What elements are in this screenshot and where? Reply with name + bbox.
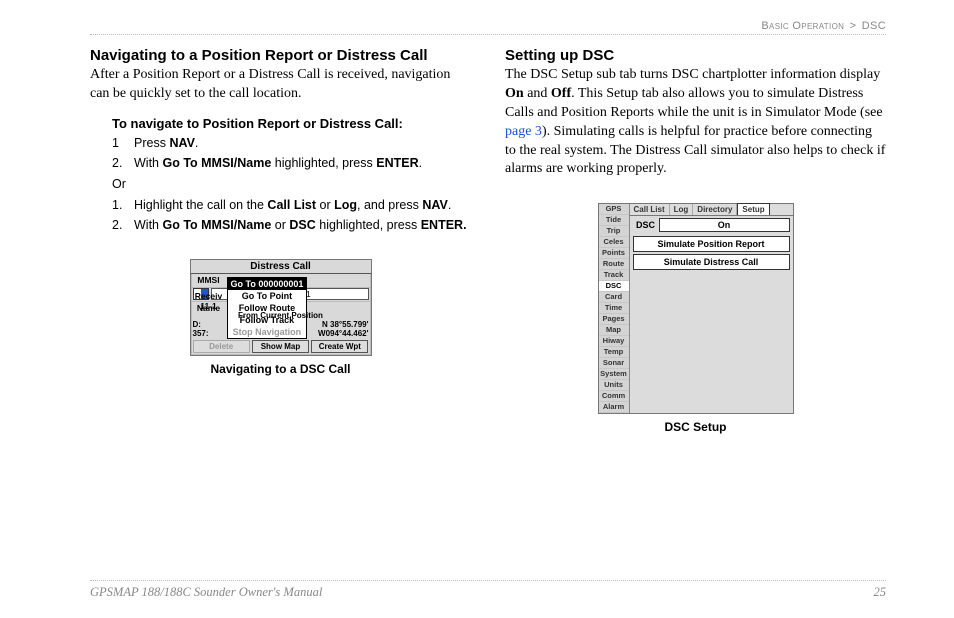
sidetab-units: Units (599, 380, 629, 391)
right-column: Setting up DSC The DSC Setup sub tab tur… (505, 45, 886, 434)
sidetab-map: Map (599, 325, 629, 336)
tab-setup: Setup (737, 203, 769, 215)
sidetab-points: Points (599, 248, 629, 259)
screenshot-distress-call: Distress Call MMSI 000000001 Name Go To … (190, 259, 372, 356)
figure2-caption: DSC Setup (505, 420, 886, 434)
nav-menu: Go To 000000001 Go To Point Follow Route… (227, 277, 308, 339)
show-map-button: Show Map (252, 340, 309, 353)
sidetab-alarm: Alarm (599, 402, 629, 413)
sidetab-sonar: Sonar (599, 358, 629, 369)
step-alt-2: 2. With Go To MMSI/Name or DSC highlight… (112, 215, 471, 235)
sidetab-dsc: DSC (599, 281, 629, 292)
footer: GPSMAP 188/188C Sounder Owner's Manual 2… (90, 580, 886, 600)
sidetab-card: Card (599, 292, 629, 303)
lat-value: N 38°55.799' (322, 320, 368, 329)
sidetab-route: Route (599, 259, 629, 270)
breadcrumb-page: DSC (862, 20, 886, 32)
menu-goto-mmsi: Go To 000000001 (228, 278, 307, 290)
steps-list-2: 1. Highlight the call on the Call List o… (112, 195, 471, 235)
sidetab-hiway: Hiway (599, 336, 629, 347)
or-divider: Or (112, 177, 471, 191)
figure1-caption: Navigating to a DSC Call (90, 362, 471, 376)
page-number: 25 (874, 585, 887, 600)
top-tabs: Call List Log Directory Setup (630, 204, 793, 216)
breadcrumb-section: Basic Operation (761, 20, 844, 32)
intro-paragraph: After a Position Report or a Distress Ca… (90, 66, 471, 104)
breadcrumb: Basic Operation > DSC (90, 20, 886, 35)
heading-dsc-setup: Setting up DSC (505, 47, 886, 64)
tab-call-list: Call List (630, 204, 670, 215)
manual-title: GPSMAP 188/188C Sounder Owner's Manual (90, 585, 322, 600)
side-tabs: GPSTideTripCelesPointsRouteTrackDSCCardT… (599, 204, 630, 413)
step-2: 2. With Go To MMSI/Name highlighted, pre… (112, 153, 471, 173)
sidetab-comm: Comm (599, 391, 629, 402)
sidetab-trip: Trip (599, 226, 629, 237)
lon-value: W094°44.462' (318, 329, 368, 338)
page-link[interactable]: page 3 (505, 124, 542, 139)
sidetab-temp: Temp (599, 347, 629, 358)
subheading-steps: To navigate to Position Report or Distre… (112, 116, 471, 131)
sidetab-system: System (599, 369, 629, 380)
figure-dsc-setup: GPSTideTripCelesPointsRouteTrackDSCCardT… (505, 203, 886, 434)
left-column: Navigating to a Position Report or Distr… (90, 45, 471, 434)
dsc-label: DSC (633, 220, 659, 230)
step-1: 1 Press NAV. (112, 133, 471, 153)
shot1-title: Distress Call (191, 260, 371, 274)
step-alt-1: 1. Highlight the call on the Call List o… (112, 195, 471, 215)
sidetab-celes: Celes (599, 237, 629, 248)
simulate-distress-button: Simulate Distress Call (633, 254, 790, 270)
sidetab-tide: Tide (599, 215, 629, 226)
sidetab-gps: GPS (599, 204, 629, 215)
figure-distress-call: Distress Call MMSI 000000001 Name Go To … (90, 259, 471, 376)
simulate-position-button: Simulate Position Report (633, 236, 790, 252)
menu-stop-nav: Stop Navigation (228, 326, 307, 338)
sidetab-time: Time (599, 303, 629, 314)
tab-log: Log (670, 204, 694, 215)
delete-button: Delete (193, 340, 250, 353)
sidetab-pages: Pages (599, 314, 629, 325)
sidetab-track: Track (599, 270, 629, 281)
steps-list-1: 1 Press NAV. 2. With Go To MMSI/Name hig… (112, 133, 471, 173)
screenshot-dsc-setup: GPSTideTripCelesPointsRouteTrackDSCCardT… (598, 203, 794, 414)
menu-goto-point: Go To Point (228, 290, 307, 302)
dsc-paragraph: The DSC Setup sub tab turns DSC chartplo… (505, 66, 886, 179)
create-wpt-button: Create Wpt (311, 340, 368, 353)
dsc-value: On (659, 218, 790, 232)
flag-icon (193, 288, 209, 300)
tab-directory: Directory (693, 204, 737, 215)
heading-navigate: Navigating to a Position Report or Distr… (90, 47, 471, 64)
